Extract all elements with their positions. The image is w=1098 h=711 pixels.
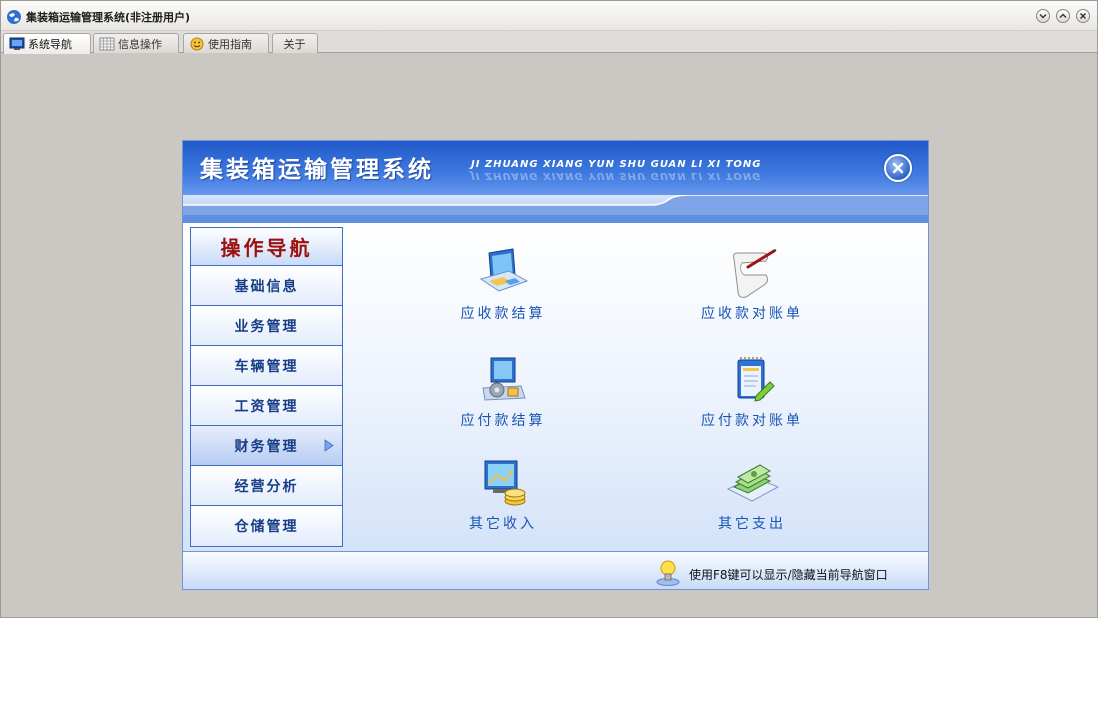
receivable-settlement-button[interactable]: 应收款结算: [403, 245, 603, 335]
application-window: 集装箱运输管理系统(非注册用户) 系统导航 信息操作 使用指南 关于 集装箱运输…: [0, 0, 1098, 618]
tab-system-navigation[interactable]: 系统导航: [3, 33, 91, 54]
menu-item-analysis[interactable]: 经营分析: [191, 466, 342, 506]
operation-menu: 操作导航 基础信息 业务管理 车辆管理 工资管理 财务管理 经营分析 仓储管理: [190, 227, 343, 547]
panel-close-button[interactable]: [884, 154, 912, 182]
nav-footer: 使用F8键可以显示/隐藏当前导航窗口: [183, 551, 928, 589]
tab-bar: 系统导航 信息操作 使用指南 关于: [1, 31, 1097, 54]
money-stack-icon: [726, 464, 780, 502]
title-bar: 集装箱运输管理系统(非注册用户): [1, 1, 1097, 31]
other-income-button[interactable]: 其它收入: [403, 455, 603, 545]
menu-item-label: 基础信息: [234, 278, 299, 295]
menu-item-salary[interactable]: 工资管理: [191, 386, 342, 426]
tile-label: 应付款结算: [460, 413, 546, 429]
tab-info-operation[interactable]: 信息操作: [93, 33, 179, 53]
lightbulb-icon: [656, 560, 680, 586]
scroll-pen-icon: [733, 249, 777, 298]
payable-settlement-button[interactable]: 应付款结算: [403, 352, 603, 442]
restore-icon[interactable]: [1056, 9, 1070, 23]
receivable-statement-button[interactable]: 应收款对账单: [652, 245, 852, 335]
globe-app-icon: [7, 10, 21, 24]
menu-item-label: 仓储管理: [234, 519, 299, 535]
minimize-icon[interactable]: [1036, 9, 1050, 23]
menu-item-label: 工资管理: [234, 398, 299, 415]
function-grid: 应收款结算 应收款对账单 应付款结算 应付款对账单 其它收入 其它支出: [343, 223, 928, 551]
tab-label: 使用指南: [208, 37, 252, 51]
tile-label: 其它支出: [718, 516, 786, 532]
monitor-icon: [9, 37, 25, 50]
monitor-map-icon: [479, 248, 529, 292]
tile-label: 应付款对账单: [701, 413, 803, 429]
menu-item-label: 车辆管理: [234, 358, 299, 375]
smiley-icon: [190, 37, 204, 50]
menu-item-basic-info[interactable]: 基础信息: [191, 266, 342, 306]
menu-item-label: 经营分析: [234, 478, 299, 495]
menu-item-finance[interactable]: 财务管理: [191, 426, 342, 466]
monitor-coins-icon: [484, 460, 526, 506]
footer-tip: 使用F8键可以显示/隐藏当前导航窗口: [689, 568, 888, 582]
tile-label: 其它收入: [469, 516, 537, 532]
nav-subtitle-reflection: JI ZHUANG XIANG YUN SHU GUAN LI XI TONG: [471, 170, 762, 181]
nav-body: 操作导航 基础信息 业务管理 车辆管理 工资管理 财务管理 经营分析 仓储管理 …: [183, 223, 928, 551]
computer-settings-icon: [482, 357, 526, 401]
tab-label: 信息操作: [118, 37, 162, 51]
menu-heading: 操作导航: [191, 228, 342, 266]
tile-label: 应收款对账单: [701, 306, 803, 322]
window-title: 集装箱运输管理系统(非注册用户): [26, 11, 191, 24]
other-expense-button[interactable]: 其它支出: [652, 455, 852, 545]
nav-title: 集装箱运输管理系统: [200, 157, 434, 183]
tab-label: 系统导航: [28, 38, 72, 51]
menu-item-label: 业务管理: [234, 318, 299, 335]
tab-label: 关于: [283, 37, 306, 51]
menu-item-warehouse[interactable]: 仓储管理: [191, 506, 342, 546]
menu-item-label: 财务管理: [234, 438, 299, 455]
grid-icon: [99, 37, 115, 50]
tab-about[interactable]: 关于: [272, 33, 318, 53]
notepad-pencil-icon: [737, 357, 775, 402]
arrow-right-icon: [324, 439, 334, 452]
close-icon[interactable]: [1076, 9, 1090, 23]
tile-label: 应收款结算: [460, 306, 546, 322]
nav-subtitle: JI ZHUANG XIANG YUN SHU GUAN LI XI TONG: [471, 159, 762, 170]
menu-item-vehicles[interactable]: 车辆管理: [191, 346, 342, 386]
payable-statement-button[interactable]: 应付款对账单: [652, 352, 852, 442]
close-x-icon: [892, 162, 904, 174]
menu-item-business[interactable]: 业务管理: [191, 306, 342, 346]
navigation-panel: 集装箱运输管理系统 JI ZHUANG XIANG YUN SHU GUAN L…: [182, 140, 929, 590]
nav-header: 集装箱运输管理系统 JI ZHUANG XIANG YUN SHU GUAN L…: [183, 141, 928, 223]
tab-user-guide[interactable]: 使用指南: [183, 33, 269, 53]
